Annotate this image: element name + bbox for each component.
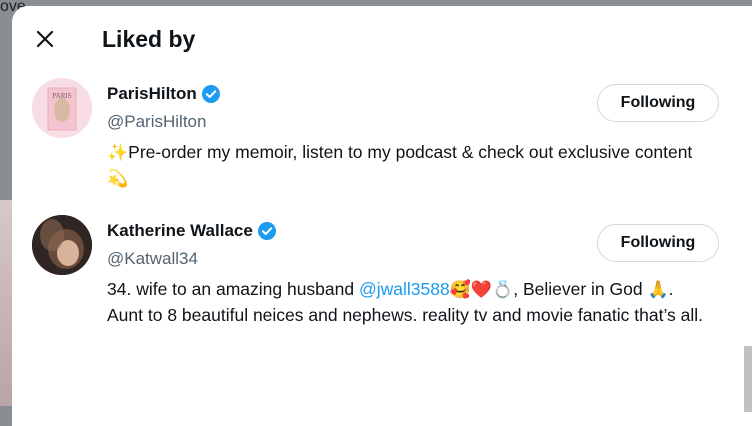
close-button[interactable]	[28, 22, 62, 56]
bio-text: , Believer in God	[513, 279, 648, 299]
dialog-header: Liked by	[12, 6, 752, 72]
user-name-row: ParisHilton	[107, 84, 221, 104]
dizzy-emoji: 💫	[107, 169, 129, 189]
user-name[interactable]: ParisHilton	[107, 84, 197, 104]
user-bio: ✨Pre-order my memoir, listen to my podca…	[107, 140, 707, 192]
user-handle[interactable]: @Katwall34	[107, 249, 198, 269]
following-button[interactable]: Following	[597, 84, 719, 122]
user-cell[interactable]: Katherine Wallace @Katwall34 34. wife to…	[12, 209, 732, 359]
dialog-title: Liked by	[102, 26, 196, 52]
praying-hands-emoji: 🙏	[647, 280, 669, 300]
liked-by-dialog: Liked by PARIS ParisHilton @ParisHilton …	[12, 6, 752, 426]
mention-link[interactable]: @jwall3588	[359, 279, 450, 299]
user-name[interactable]: Katherine Wallace	[107, 221, 253, 241]
avatar[interactable]	[32, 215, 92, 275]
user-name-row: Katherine Wallace	[107, 221, 277, 241]
bio-emojis: 🥰❤️💍	[449, 280, 514, 300]
user-cell[interactable]: PARIS ParisHilton @ParisHilton ✨Pre-orde…	[12, 72, 732, 202]
avatar-book-title: PARIS	[52, 92, 71, 100]
bio-text: Pre-order my memoir, listen to my podcas…	[128, 142, 693, 162]
bio-text: 34. wife to an amazing husband	[107, 279, 359, 299]
user-bio: 34. wife to an amazing husband @jwall358…	[107, 277, 707, 328]
close-icon	[36, 30, 54, 48]
user-handle[interactable]: @ParisHilton	[107, 112, 206, 132]
verified-badge-icon	[257, 221, 277, 241]
verified-badge-icon	[201, 84, 221, 104]
following-button[interactable]: Following	[597, 224, 719, 262]
sparkles-emoji: ✨	[107, 143, 129, 163]
scrollbar[interactable]	[744, 346, 752, 412]
avatar[interactable]: PARIS	[32, 78, 92, 138]
background-page-strip	[0, 200, 12, 406]
